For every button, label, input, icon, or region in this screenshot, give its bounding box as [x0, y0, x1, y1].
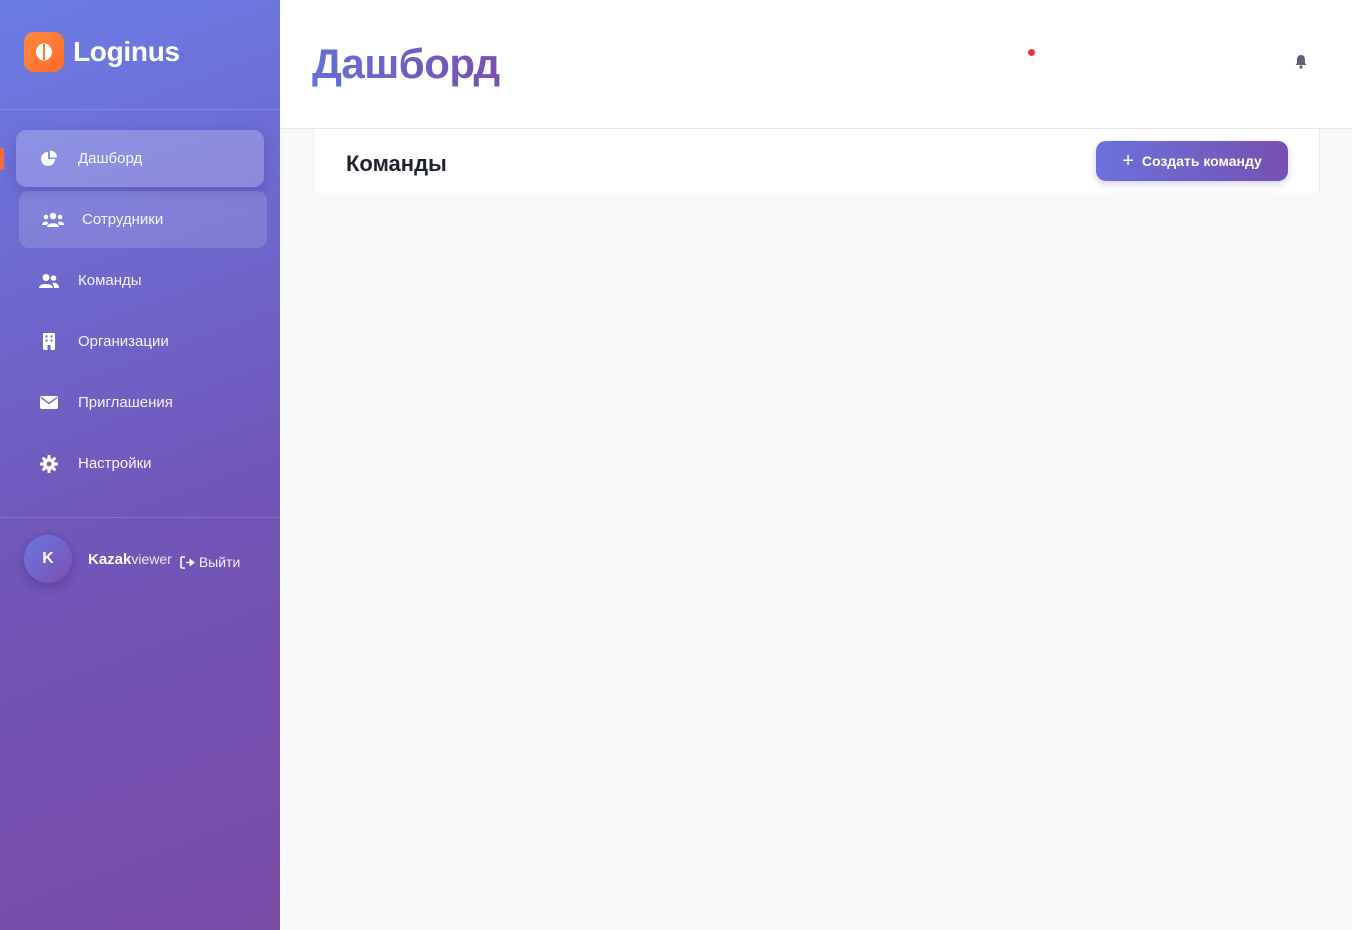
user-group-icon [38, 273, 60, 289]
avatar[interactable]: K [24, 535, 72, 583]
brand: Loginus [0, 0, 280, 110]
envelope-icon [38, 396, 60, 409]
teams-title: Команды [346, 151, 447, 176]
user-role: viewer [131, 551, 172, 567]
sidebar-item-label: Приглашения [78, 394, 173, 411]
logout-button[interactable]: Выйти [180, 554, 240, 570]
sidebar-item-organizations[interactable]: Организации [16, 313, 264, 370]
sidebar-item-label: Настройки [78, 455, 152, 472]
page-title: Дашборд [312, 40, 500, 87]
sidebar-item-label: Организации [78, 333, 169, 350]
create-team-label: Создать команду [1141, 153, 1262, 169]
building-icon [38, 333, 60, 350]
brand-name: Loginus [73, 35, 180, 67]
logout-label: Выйти [198, 554, 241, 570]
sidebar-item-label: Команды [78, 272, 142, 289]
notification-badge [1028, 49, 1035, 56]
users-icon [42, 212, 64, 228]
gear-icon [38, 454, 60, 473]
topbar: Дашборд [280, 0, 1352, 129]
bell-icon[interactable] [1294, 54, 1308, 74]
sidebar: Loginus Дашборд Сотрудники Команды Орган… [0, 0, 280, 930]
user-panel: K Kazak viewer Выйти [0, 517, 280, 600]
sidebar-nav: Дашборд Сотрудники Команды Организации П… [0, 110, 280, 492]
sidebar-item-employees[interactable]: Сотрудники [19, 191, 267, 248]
logout-icon [180, 555, 195, 569]
sidebar-item-invitations[interactable]: Приглашения [16, 374, 264, 431]
pie-chart-icon [38, 150, 60, 168]
create-team-button[interactable]: + Создать команду [1096, 141, 1288, 181]
plus-icon: + [1122, 150, 1134, 172]
sidebar-item-label: Дашборд [78, 150, 143, 167]
sidebar-item-teams[interactable]: Команды [16, 252, 264, 309]
sidebar-item-label: Сотрудники [82, 211, 164, 228]
sidebar-item-dashboard[interactable]: Дашборд [0, 130, 264, 187]
brain-logo-icon [24, 31, 64, 72]
user-name: Kazak [88, 550, 132, 568]
teams-card-header: Команды + Создать команду [313, 129, 1320, 193]
sidebar-item-settings[interactable]: Настройки [16, 435, 264, 492]
